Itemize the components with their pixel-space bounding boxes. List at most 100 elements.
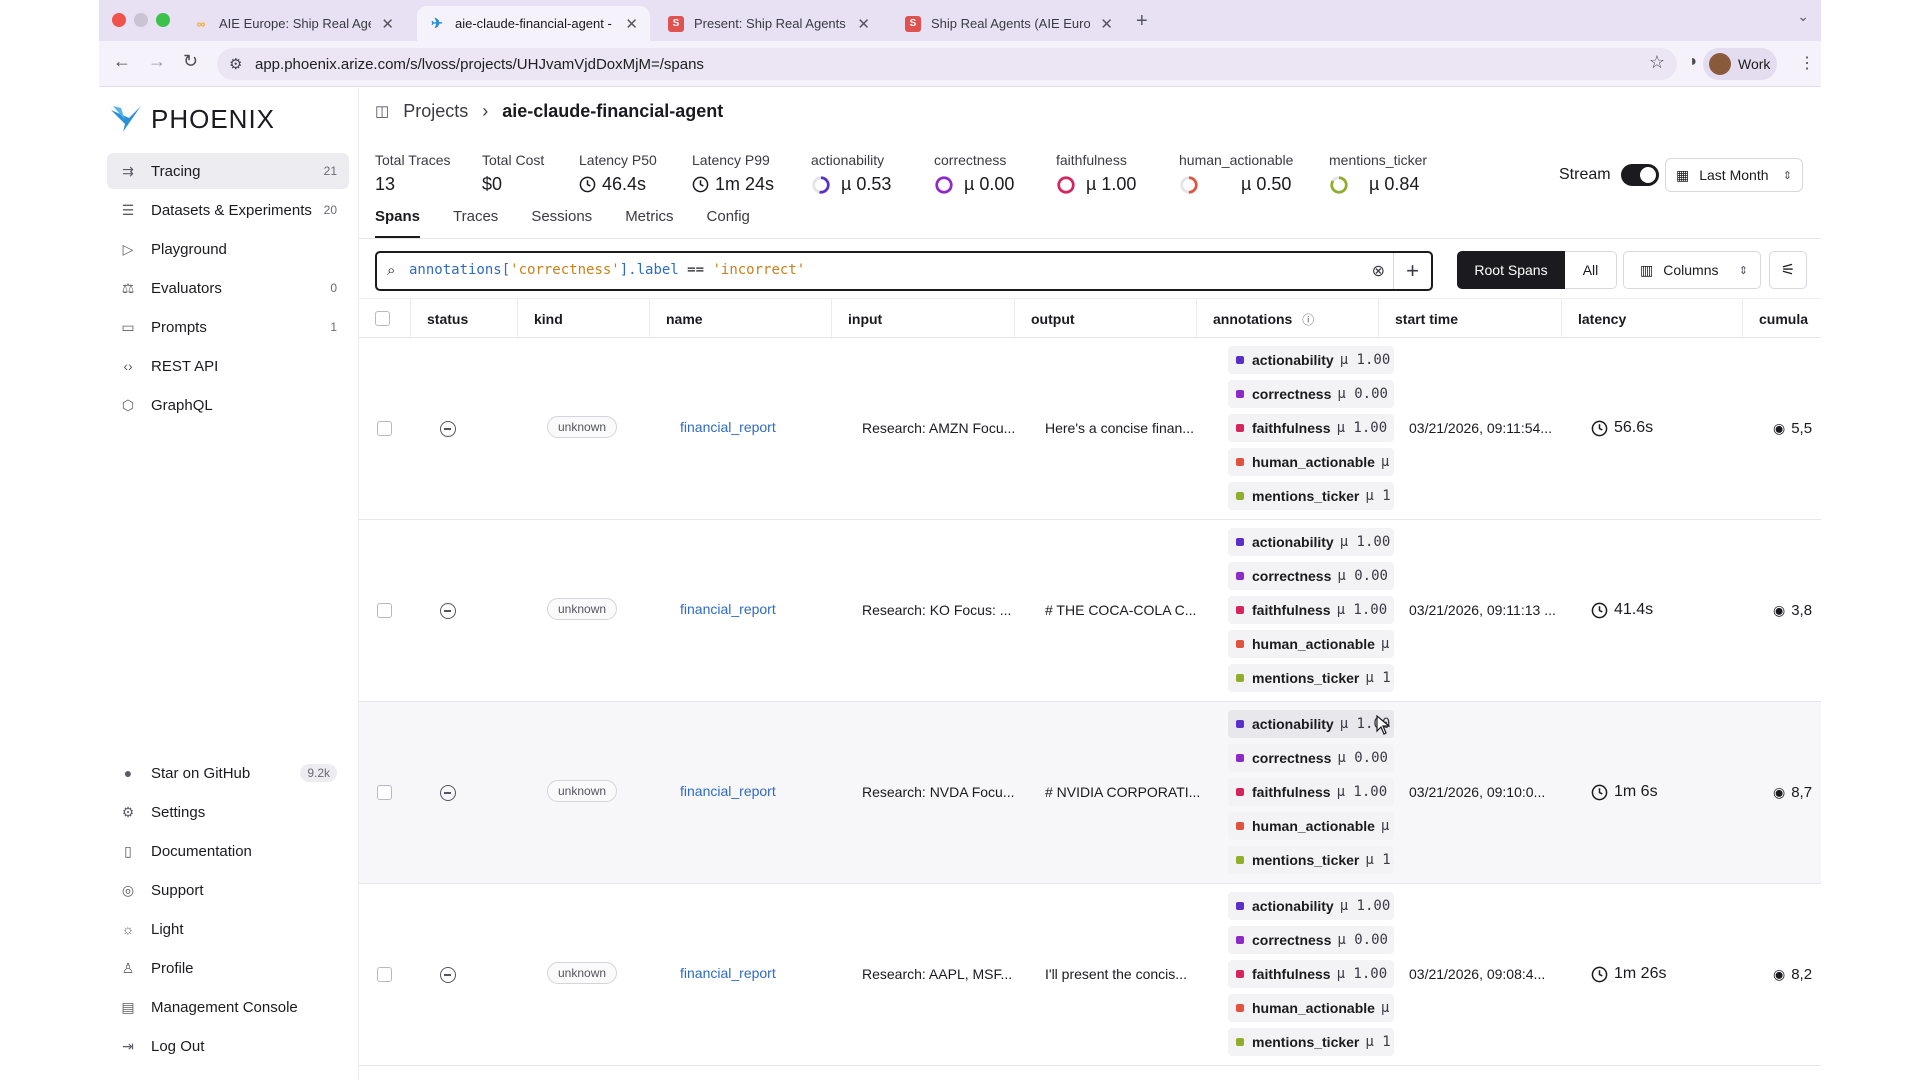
annotation-chip[interactable]: faithfulness µ 1.00 <box>1228 414 1394 442</box>
table-row[interactable]: unknown financial_report Research: NVDA Fo… <box>359 702 1821 884</box>
time-range-picker[interactable]: ▦ Last Month ⇕ <box>1665 158 1803 192</box>
table-row[interactable]: unknown financial_report Research: AAPL, M… <box>359 884 1821 1066</box>
tab-metrics[interactable]: Metrics <box>625 206 673 238</box>
table-settings-button[interactable]: ⚟ <box>1769 251 1807 289</box>
output-cell[interactable]: I'll present the concis... <box>1045 966 1187 982</box>
column-header-cumulative[interactable]: cumula <box>1743 299 1821 339</box>
sidebar-item-tracing[interactable]: ⇉ Tracing 21 <box>107 153 349 189</box>
back-arrow-icon[interactable]: ← <box>113 51 131 72</box>
column-header-kind[interactable]: kind <box>518 299 650 339</box>
annotation-chip[interactable]: correctness µ 0.00 <box>1228 926 1394 954</box>
sidebar-item-playground[interactable]: ▷ Playground <box>107 231 349 267</box>
bookmark-star-icon[interactable]: ☆ <box>1649 52 1665 73</box>
column-header-start-time[interactable]: start time <box>1379 299 1562 339</box>
browser-tab-3[interactable]: S Present: Ship Real Agents (AI ✕ <box>656 6 882 41</box>
tab-sessions[interactable]: Sessions <box>531 206 592 238</box>
annotation-chip[interactable]: human_actionable µ ( <box>1228 994 1394 1022</box>
minimize-window-button[interactable] <box>134 13 148 27</box>
span-filter-input[interactable]: ⌕ annotations['correctness'].label == 'i… <box>375 251 1433 291</box>
annotation-chip[interactable]: faithfulness µ 1.00 <box>1228 596 1394 624</box>
annotation-chip[interactable]: correctness µ 0.00 <box>1228 562 1394 590</box>
sidebar-toggle-icon[interactable]: ◫ <box>375 102 389 120</box>
browser-tab-4[interactable]: S Ship Real Agents (AIE Europe ✕ <box>893 6 1125 41</box>
breadcrumb-projects-link[interactable]: Projects <box>403 101 468 122</box>
browser-tab-1[interactable]: ∞ AIE Europe: Ship Real Agents ✕ <box>181 6 406 41</box>
sidebar-item-graphql[interactable]: ⬡ GraphQL <box>107 387 349 423</box>
row-checkbox[interactable] <box>377 967 392 982</box>
sidebar-item-documentation[interactable]: ▯ Documentation <box>107 833 349 869</box>
all-spans-button[interactable]: All <box>1565 251 1617 289</box>
close-tab-icon[interactable]: ✕ <box>1090 15 1113 33</box>
annotation-chip[interactable]: human_actionable µ : <box>1228 448 1394 476</box>
tab-traces[interactable]: Traces <box>453 206 498 238</box>
column-header-input[interactable]: input <box>832 299 1015 339</box>
annotation-chip[interactable]: correctness µ 0.00 <box>1228 744 1394 772</box>
annotation-chip[interactable]: mentions_ticker µ 1. <box>1228 846 1394 874</box>
span-name-link[interactable]: financial_report <box>680 419 776 435</box>
column-header-output[interactable]: output <box>1015 299 1197 339</box>
root-spans-button[interactable]: Root Spans <box>1457 251 1565 289</box>
new-tab-button[interactable]: + <box>1136 10 1148 33</box>
annotation-chip[interactable]: actionability µ 1.00 <box>1228 710 1394 738</box>
profile-button[interactable]: Work <box>1703 48 1777 80</box>
annotation-chip[interactable]: actionability µ 1.00 <box>1228 528 1394 556</box>
sidebar-item-github[interactable]: ● Star on GitHub 9.2k <box>107 755 349 791</box>
row-checkbox[interactable] <box>377 421 392 436</box>
sidebar-item-logout[interactable]: ⇥ Log Out <box>107 1028 349 1064</box>
stream-toggle[interactable] <box>1620 164 1659 186</box>
tab-spans[interactable]: Spans <box>375 206 421 238</box>
span-name-link[interactable]: financial_report <box>680 601 776 617</box>
sidebar-item-support[interactable]: ◎ Support <box>107 872 349 908</box>
annotation-chip[interactable]: faithfulness µ 1.00 <box>1228 778 1394 806</box>
sidebar-item-datasets[interactable]: ☰ Datasets & Experiments 20 <box>107 192 349 228</box>
annotation-chip[interactable]: actionability µ 1.00 <box>1228 892 1394 920</box>
add-filter-button[interactable]: + <box>1393 253 1431 289</box>
tab-config[interactable]: Config <box>707 206 750 238</box>
row-checkbox[interactable] <box>377 785 392 800</box>
annotation-chip[interactable]: mentions_ticker µ 1. <box>1228 482 1394 510</box>
column-header-annotations[interactable]: annotations ⓘ <box>1197 299 1379 339</box>
input-cell[interactable]: Research: AAPL, MSF... <box>862 966 1012 982</box>
annotation-chip[interactable]: human_actionable µ ( <box>1228 812 1394 840</box>
sidebar-item-management-console[interactable]: ▤ Management Console <box>107 989 349 1025</box>
annotation-chip[interactable]: human_actionable µ : <box>1228 630 1394 658</box>
column-header-status[interactable]: status <box>411 299 518 339</box>
close-tab-icon[interactable]: ✕ <box>615 15 638 33</box>
browser-menu-icon[interactable]: ⋮ <box>1799 53 1815 73</box>
input-cell[interactable]: Research: NVDA Focu... <box>862 784 1015 800</box>
address-bar[interactable]: ⚙ app.phoenix.arize.com/s/lvoss/projects… <box>217 48 1677 80</box>
extension-shield-icon[interactable]: ◗ <box>1689 53 1699 71</box>
column-header-latency[interactable]: latency <box>1562 299 1743 339</box>
maximize-window-button[interactable] <box>156 13 170 27</box>
select-all-checkbox[interactable] <box>375 311 390 326</box>
sidebar-item-evaluators[interactable]: ⚖ Evaluators 0 <box>107 270 349 306</box>
reload-icon[interactable]: ↻ <box>183 51 198 72</box>
help-circle-icon[interactable]: ⓘ <box>1302 313 1314 327</box>
output-cell[interactable]: Here's a concise finan... <box>1045 420 1194 436</box>
phoenix-logo[interactable]: PHOENIX <box>109 102 275 136</box>
span-name-link[interactable]: financial_report <box>680 965 776 981</box>
row-checkbox[interactable] <box>377 603 392 618</box>
close-tab-icon[interactable]: ✕ <box>371 15 394 33</box>
annotation-chip[interactable]: mentions_ticker µ 1. <box>1228 1028 1394 1056</box>
site-settings-icon[interactable]: ⚙ <box>229 55 242 73</box>
input-cell[interactable]: Research: KO Focus: ... <box>862 602 1011 618</box>
table-row[interactable]: unknown financial_report Research: AMZN Fo… <box>359 338 1821 520</box>
annotation-chip[interactable]: correctness µ 0.00 <box>1228 380 1394 408</box>
table-row[interactable]: unknown financial_report Research: KO Focu… <box>359 520 1821 702</box>
annotation-chip[interactable]: actionability µ 1.00 <box>1228 346 1394 374</box>
span-name-link[interactable]: financial_report <box>680 783 776 799</box>
column-header-name[interactable]: name <box>650 299 832 339</box>
annotation-chip[interactable]: mentions_ticker µ 1. <box>1228 664 1394 692</box>
close-window-button[interactable] <box>112 13 126 27</box>
browser-tab-2[interactable]: ✈ aie-claude-financial-agent - P ✕ <box>417 6 650 41</box>
tab-search-chevron-icon[interactable]: ⌄ <box>1797 8 1809 25</box>
clear-filter-icon[interactable]: ⊗ <box>1372 261 1385 281</box>
annotation-chip[interactable]: faithfulness µ 1.00 <box>1228 960 1394 988</box>
sidebar-item-rest-api[interactable]: ‹› REST API <box>107 348 349 384</box>
sidebar-item-theme[interactable]: ☼ Light <box>107 911 349 947</box>
output-cell[interactable]: # NVIDIA CORPORATI... <box>1045 784 1200 800</box>
close-tab-icon[interactable]: ✕ <box>847 15 870 33</box>
sidebar-item-prompts[interactable]: ▭ Prompts 1 <box>107 309 349 345</box>
sidebar-item-settings[interactable]: ⚙ Settings <box>107 794 349 830</box>
